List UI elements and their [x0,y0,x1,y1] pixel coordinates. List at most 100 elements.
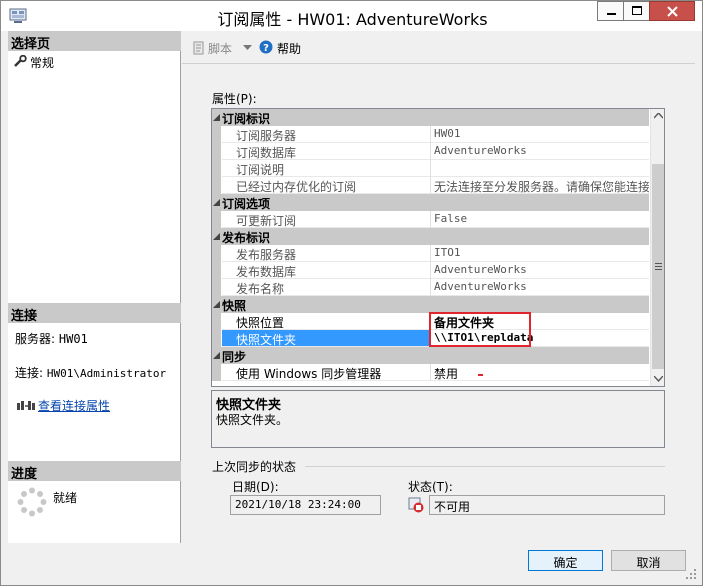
property-row[interactable]: 可更新订阅 False [212,211,649,228]
stopped-status-icon [408,497,424,513]
collapse-icon[interactable] [213,352,220,359]
maximize-icon [632,6,642,15]
date-field[interactable]: 2021/10/18 23:24:00 [230,495,381,515]
row-gutter [212,279,221,296]
row-gutter [212,126,221,143]
property-name: 可更新订阅 [222,211,431,228]
subscription-properties-window: 订阅属性 - HW01: AdventureWorks 选择页 常规 连接 服务… [0,0,703,586]
maximize-button[interactable] [623,1,650,21]
collapse-icon[interactable] [213,301,220,308]
property-name: 已经过内存优化的订阅 [222,177,431,194]
close-button[interactable] [649,1,695,21]
row-gutter [212,211,221,228]
property-row[interactable]: 订阅说明 [212,160,649,177]
property-value[interactable] [431,160,649,177]
property-name: 发布服务器 [222,245,431,262]
cancel-button[interactable]: 取消 [611,550,686,571]
property-row[interactable]: 订阅数据库 AdventureWorks [212,143,649,160]
help-label: 帮助 [277,42,302,56]
thumb-grip-2 [655,266,662,267]
collapse-icon[interactable] [213,199,220,206]
property-row[interactable]: 发布名称 AdventureWorks [212,279,649,296]
progress-spinner-icon [17,487,47,517]
property-name: 订阅服务器 [222,126,431,143]
thumb-grip-3 [655,269,662,270]
scroll-up-icon[interactable] [654,113,663,119]
view-connection-properties-link[interactable]: 查看连接属性 [38,397,110,414]
property-value[interactable]: AdventureWorks [431,262,649,279]
minimize-icon [607,13,616,15]
page-item-label: 常规 [30,56,55,70]
progress-heading: 进度 [8,461,181,482]
left-pane: 选择页 常规 连接 服务器: HW01 连接: HW01\Administrat… [8,31,181,543]
highlight-mark [478,374,483,376]
row-gutter [212,262,221,279]
property-grid-scrollbar[interactable] [650,109,664,386]
property-value[interactable]: ITO1 [431,245,649,262]
property-category[interactable]: 发布标识 [212,228,649,245]
resize-grip-icon[interactable] [685,568,697,580]
property-name: 快照文件夹 [222,330,431,347]
collapse-icon[interactable] [213,114,220,121]
category-label: 发布标识 [222,231,271,245]
property-name: 订阅说明 [222,160,431,177]
row-gutter [212,364,221,381]
scroll-down-icon[interactable] [654,376,663,382]
property-name: 订阅数据库 [222,143,431,160]
property-row[interactable]: 已经过内存优化的订阅 无法连接至分发服务器。请确保您能连接 [212,177,649,194]
row-gutter [212,143,221,160]
scroll-thumb[interactable] [652,164,664,369]
property-row[interactable]: 使用 Windows 同步管理器 禁用 [212,364,649,381]
status-label: 状态(T): [408,480,453,494]
highlight-box [429,312,531,347]
property-name: 发布名称 [222,279,431,296]
toolbar: 脚本 ? 帮助 [182,31,695,64]
connection-heading: 连接 [8,303,181,324]
property-value[interactable]: False [431,211,649,228]
property-value[interactable]: 无法连接至分发服务器。请确保您能连接 [431,177,649,194]
property-category[interactable]: 订阅选项 [212,194,649,211]
property-value[interactable]: HW01 [431,126,649,143]
properties-label: 属性(P): [212,92,257,106]
property-value[interactable]: AdventureWorks [431,279,649,296]
category-label: 订阅标识 [222,112,271,126]
help-icon: ? [259,40,273,54]
status-field[interactable]: 不可用 [429,495,665,515]
row-gutter [212,330,221,347]
server-label: 服务器: [15,332,56,346]
row-gutter [212,160,221,177]
property-value[interactable]: AdventureWorks [431,143,649,160]
property-row[interactable]: 发布服务器 ITO1 [212,245,649,262]
date-label: 日期(D): [232,480,279,494]
property-name: 发布数据库 [222,262,431,279]
row-gutter [212,313,221,330]
category-label: 同步 [222,350,247,364]
description-text: 快照文件夹。 [216,413,289,427]
connection-line: 连接: HW01\Administrator [15,364,166,381]
svg-text:?: ? [263,43,269,54]
property-category[interactable]: 同步 [212,347,649,364]
category-label: 订阅选项 [222,197,271,211]
help-button[interactable]: ? 帮助 [259,39,309,57]
server-value: HW01 [58,332,88,346]
connection-properties-icon [17,401,35,410]
property-category[interactable]: 订阅标识 [212,109,649,126]
page-item-general[interactable]: 常规 [12,53,172,70]
property-row[interactable]: 发布数据库 AdventureWorks [212,262,649,279]
script-dropdown-arrow-icon[interactable] [243,45,252,51]
connection-label: 连接: [15,366,44,380]
ok-button[interactable]: 确定 [528,550,603,571]
last-sync-divider [305,466,665,467]
select-page-heading: 选择页 [8,31,181,52]
minimize-button[interactable] [597,1,624,21]
row-gutter [212,177,221,194]
property-row[interactable]: 订阅服务器 HW01 [212,126,649,143]
property-value[interactable]: 禁用 [431,364,649,381]
collapse-icon[interactable] [213,233,220,240]
row-gutter [212,245,221,262]
wrench-icon [14,55,27,67]
property-name: 快照位置 [222,313,431,330]
progress-status: 就绪 [53,491,78,505]
property-category[interactable]: 快照 [212,296,649,313]
description-panel: 快照文件夹 快照文件夹。 [211,390,665,448]
